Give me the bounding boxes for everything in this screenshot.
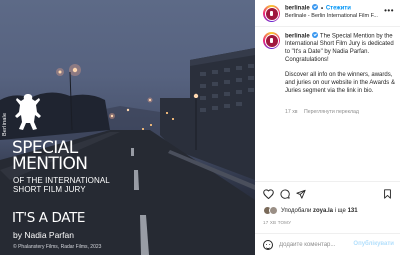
action-bar [255, 181, 400, 203]
heart-icon[interactable] [263, 189, 274, 199]
caption-time: 17 хв [285, 109, 298, 115]
director-credit: by Nadia Parfan [13, 230, 74, 240]
post-image[interactable]: Berlinale SPECIAL MENTION OF THE INTERNA… [0, 0, 255, 255]
film-title: IT'S A DATE [12, 210, 86, 226]
berlinale-bear-logo [15, 94, 41, 130]
see-translation-link[interactable]: Переглянути переклад [304, 109, 359, 115]
avatar[interactable] [263, 5, 280, 22]
post-sidebar: berlinale • Стежити Berlinale - Berlin I… [255, 0, 400, 255]
emoji-icon[interactable] [263, 240, 273, 250]
post-header: berlinale • Стежити Berlinale - Berlin I… [255, 0, 400, 27]
copyright-text: © Phalanstery Films, Radar Films, 2023 [13, 244, 102, 250]
header-user-row: berlinale • Стежити [285, 4, 351, 12]
liker-avatar [269, 206, 278, 215]
header-username[interactable]: berlinale [285, 6, 310, 12]
bookmark-icon[interactable] [383, 189, 392, 199]
berlinale-wordmark: Berlinale [2, 112, 8, 136]
follow-button[interactable]: Стежити [326, 6, 351, 12]
likes-summary[interactable]: Уподобали zoya.la і ще 131 [263, 206, 400, 216]
likes-text: Уподобали zoya.la і ще 131 [281, 208, 358, 214]
special-mention-title: SPECIAL MENTION [12, 138, 88, 174]
caption-avatar[interactable] [263, 32, 280, 49]
likes-prefix: Уподобали [281, 207, 313, 214]
header-subtitle[interactable]: Berlinale - Berlin International Film F.… [285, 13, 390, 19]
separator-dot: • [321, 5, 324, 12]
post-time-ago: 17 ХВ ТОМУ [263, 220, 292, 225]
comment-icon[interactable] [280, 189, 290, 199]
verified-badge-icon [312, 4, 319, 10]
likes-suffix: і ще [333, 207, 348, 214]
caption-meta: 17 хв Переглянути переклад [285, 109, 359, 115]
liker-username[interactable]: zoya.la [313, 208, 333, 214]
caption-text: berlinale The Special Mention by the Int… [285, 32, 397, 96]
comment-bar: Опублікувати [255, 233, 400, 255]
likes-count[interactable]: 131 [348, 208, 358, 214]
share-icon[interactable] [296, 189, 306, 199]
more-options-icon[interactable]: ••• [384, 6, 394, 15]
caption-username[interactable]: berlinale [285, 34, 310, 40]
publish-button[interactable]: Опублікувати [353, 241, 394, 247]
caption-paragraph-2: Discover all info on the winners, awards… [285, 72, 395, 94]
verified-badge-icon [312, 32, 319, 38]
jury-subtitle: OF THE INTERNATIONAL SHORT FILM JURY [13, 176, 110, 194]
comment-input[interactable] [279, 239, 361, 251]
